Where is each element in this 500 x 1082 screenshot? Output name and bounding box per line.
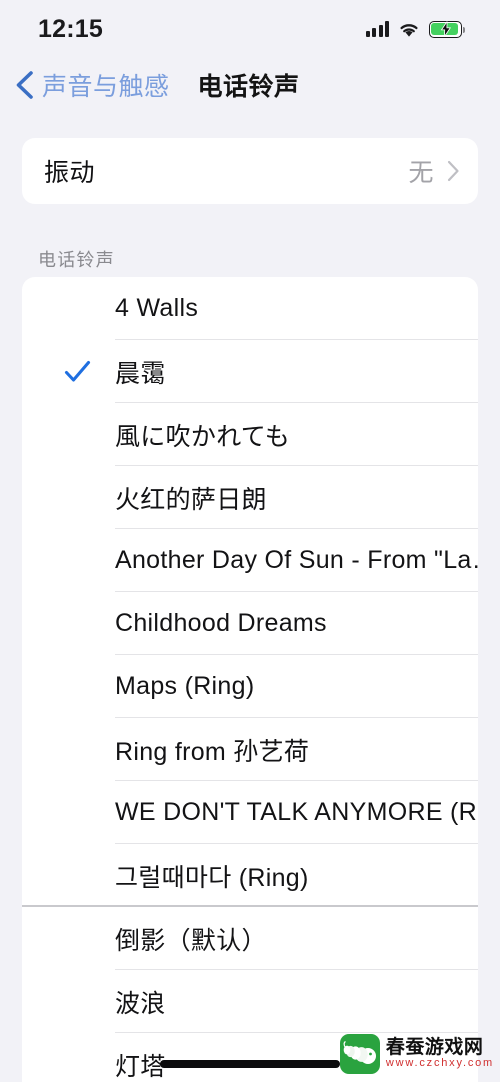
ringtone-label: 倒影（默认）: [115, 926, 267, 955]
ringtone-row[interactable]: Maps (Ring): [22, 655, 478, 718]
watermark: 春蚕游戏网 www.czchxy.com: [339, 1034, 494, 1074]
chevron-right-icon: [447, 160, 459, 182]
section-header-ringtone: 电话铃声: [38, 250, 115, 270]
ringtone-row[interactable]: 風に吹かれても: [22, 403, 478, 466]
ringtone-label: 그럴때마다 (Ring): [115, 863, 309, 892]
navigation-bar: 声音与触感 电话铃声: [0, 54, 500, 116]
ringtone-label: Another Day Of Sun - From "La…: [115, 546, 478, 574]
back-button-label: 声音与触感: [42, 73, 170, 101]
ringtone-row[interactable]: Another Day Of Sun - From "La…: [22, 529, 478, 592]
ringtone-label: WE DON'T TALK ANYMORE (Ri…: [115, 798, 478, 826]
watermark-text: 春蚕游戏网 www.czchxy.com: [386, 1038, 494, 1069]
silkworm-logo-icon: [339, 1034, 380, 1074]
ringtone-label: Childhood Dreams: [115, 609, 327, 637]
chevron-left-icon: [16, 71, 33, 99]
ringtone-label: 波浪: [115, 989, 166, 1018]
ringtone-label: 4 Walls: [115, 294, 199, 322]
ringtone-list-card: 4 Walls 晨霭風に吹かれても 火红的萨日朗 Another Day Of Sun…: [22, 277, 478, 1082]
vibration-value: 无: [408, 159, 434, 187]
wifi-icon: [398, 21, 420, 38]
ringtone-row[interactable]: 4 Walls: [22, 277, 478, 340]
ringtone-label: Maps (Ring): [115, 672, 255, 700]
page-title: 电话铃声: [197, 73, 300, 101]
ringtone-row[interactable]: 倒影（默认）: [22, 907, 478, 970]
ringtone-label: 火红的萨日朗: [115, 485, 267, 514]
iphone-screen: 12:15 声音与触感 电话铃声 振动 无 电话铃声 4 Walls 晨霭 風に…: [0, 0, 500, 1082]
ringtone-row[interactable]: 波浪: [22, 970, 478, 1033]
ringtone-label: 晨霭: [115, 359, 166, 388]
ringtone-row[interactable]: WE DON'T TALK ANYMORE (Ri…: [22, 781, 478, 844]
ringtone-row[interactable]: 그럴때마다 (Ring): [22, 844, 478, 907]
vibration-row[interactable]: 振动 无: [22, 138, 478, 204]
status-bar-time: 12:15: [38, 14, 103, 43]
cellular-signal-icon: [365, 21, 389, 37]
vibration-card: 振动 无: [22, 138, 478, 204]
watermark-title: 春蚕游戏网: [385, 1037, 484, 1059]
vibration-label: 振动: [44, 159, 96, 187]
battery-charging-icon: [429, 20, 466, 38]
home-indicator: [160, 1060, 340, 1068]
ringtone-row[interactable]: 晨霭: [22, 340, 478, 403]
ringtone-row[interactable]: 火红的萨日朗: [22, 466, 478, 529]
status-bar: 12:15: [0, 0, 500, 54]
watermark-url: www.czchxy.com: [385, 1057, 494, 1070]
ringtone-row[interactable]: Ring from 孙艺荷: [22, 718, 478, 781]
ringtone-label: Ring from 孙艺荷: [115, 737, 310, 766]
checkmark-icon: [64, 360, 91, 382]
ringtone-label: 風に吹かれても: [115, 422, 291, 451]
ringtone-row[interactable]: Childhood Dreams: [22, 592, 478, 655]
back-button[interactable]: 声音与触感: [10, 67, 170, 103]
status-bar-indicators: [365, 17, 466, 38]
